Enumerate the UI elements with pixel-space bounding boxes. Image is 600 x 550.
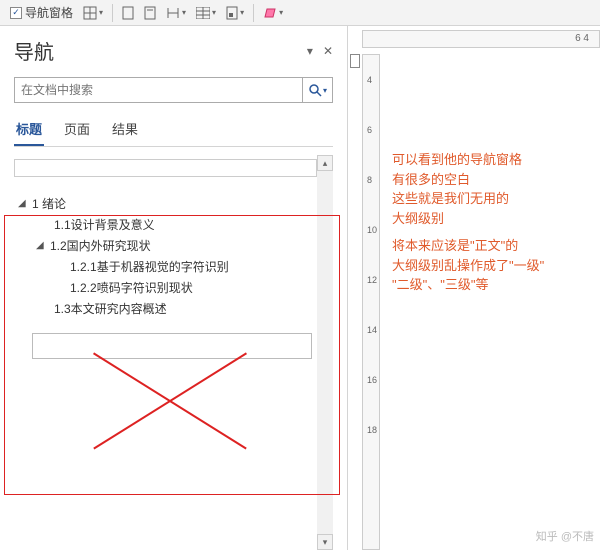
ruler-tick: 16 <box>363 375 379 385</box>
break-button[interactable]: ▾ <box>162 3 190 23</box>
nav-close-button[interactable]: ✕ <box>323 44 333 58</box>
nav-pane-toggle[interactable]: 导航窗格 <box>6 3 77 23</box>
scroll-down-icon[interactable]: ▾ <box>317 534 333 550</box>
ruler-tick: 8 <box>363 175 379 185</box>
nav-dropdown-button[interactable]: ▾ <box>307 44 313 58</box>
page-button[interactable] <box>118 3 138 23</box>
chevron-down-icon: ▾ <box>323 86 327 95</box>
search-box: ▾ <box>14 77 333 103</box>
tab-headings[interactable]: 标题 <box>14 115 44 146</box>
page-icon <box>122 6 134 20</box>
table-button[interactable]: ▾ <box>192 3 220 23</box>
navigation-pane: 导航 ▾ ✕ ▾ 标题 页面 结果 ◢1 绪论 <box>0 26 348 550</box>
outline-item[interactable]: 1.2.1基于机器视觉的字符识别 <box>14 256 317 277</box>
horizontal-ruler[interactable]: 6 4 <box>362 30 600 48</box>
chevron-down-icon: ▾ <box>279 8 283 17</box>
position-button[interactable]: ▾ <box>222 3 248 23</box>
table-icon <box>196 7 210 19</box>
position-icon <box>226 6 238 20</box>
outline-item[interactable]: 1.2.2喷码字符识别现状 <box>14 277 317 298</box>
search-icon <box>308 83 322 97</box>
scroll-up-icon[interactable]: ▴ <box>317 155 333 171</box>
outline-blank-block[interactable] <box>32 333 312 359</box>
separator <box>253 4 254 22</box>
watermark: 知乎 @不唐 <box>536 528 594 544</box>
ruler-tick: 4 <box>363 75 379 85</box>
annotation-text: 可以看到他的导航窗格有很多的空白这些就是我们无用的大纲级别 将本来应该是"正文"… <box>392 150 544 303</box>
collapse-icon: ◢ <box>18 198 28 209</box>
page-icon <box>144 6 156 20</box>
tab-results[interactable]: 结果 <box>110 115 140 146</box>
scroll-track[interactable] <box>317 171 333 534</box>
chevron-down-icon: ▾ <box>99 8 103 17</box>
toolbar: 导航窗格 ▾ ▾ ▾ ▾ ▾ <box>0 0 600 26</box>
page2-button[interactable] <box>140 3 160 23</box>
outline-item[interactable]: 1.1设计背景及意义 <box>14 214 317 235</box>
eraser-icon <box>263 7 277 19</box>
outline-blank-row[interactable] <box>14 159 317 177</box>
ruler-tick: 10 <box>363 225 379 235</box>
break-icon <box>166 6 180 20</box>
search-input[interactable] <box>15 78 302 102</box>
tab-pages[interactable]: 页面 <box>62 115 92 146</box>
outline-tree: ◢1 绪论 1.1设计背景及意义 ◢1.2国内外研究现状 1.2.1基于机器视觉… <box>14 155 333 363</box>
nav-title: 导航 <box>14 36 54 65</box>
search-row: ▾ <box>14 77 333 103</box>
ruler-tick: 12 <box>363 275 379 285</box>
search-button[interactable]: ▾ <box>302 78 332 102</box>
checkbox-icon <box>10 7 22 19</box>
outline-item[interactable]: ◢1.2国内外研究现状 <box>14 235 317 256</box>
nav-header: 导航 ▾ ✕ <box>14 36 333 65</box>
outline-scrollbar[interactable]: ▴ ▾ <box>317 155 333 550</box>
chevron-down-icon: ▾ <box>240 8 244 17</box>
nav-tabs: 标题 页面 结果 <box>14 115 333 147</box>
separator <box>112 4 113 22</box>
chevron-down-icon: ▾ <box>182 8 186 17</box>
vertical-ruler[interactable]: 4 6 8 10 12 14 16 18 <box>362 54 380 550</box>
gridlines-button[interactable]: ▾ <box>79 3 107 23</box>
outline-item[interactable]: 1.3本文研究内容概述 <box>14 298 317 319</box>
outline-item[interactable]: ◢1 绪论 <box>14 193 317 214</box>
nav-pane-label: 导航窗格 <box>25 4 73 21</box>
ruler-tick: 6 <box>363 125 379 135</box>
grid-icon <box>83 6 97 20</box>
ruler-tick: 14 <box>363 325 379 335</box>
ruler-mark: 6 4 <box>575 33 589 44</box>
eraser-button[interactable]: ▾ <box>259 3 287 23</box>
tab-selector[interactable] <box>350 54 360 68</box>
collapse-icon: ◢ <box>36 240 46 251</box>
ruler-tick: 18 <box>363 425 379 435</box>
chevron-down-icon: ▾ <box>212 8 216 17</box>
outline-wrap: ◢1 绪论 1.1设计背景及意义 ◢1.2国内外研究现状 1.2.1基于机器视觉… <box>14 155 333 550</box>
